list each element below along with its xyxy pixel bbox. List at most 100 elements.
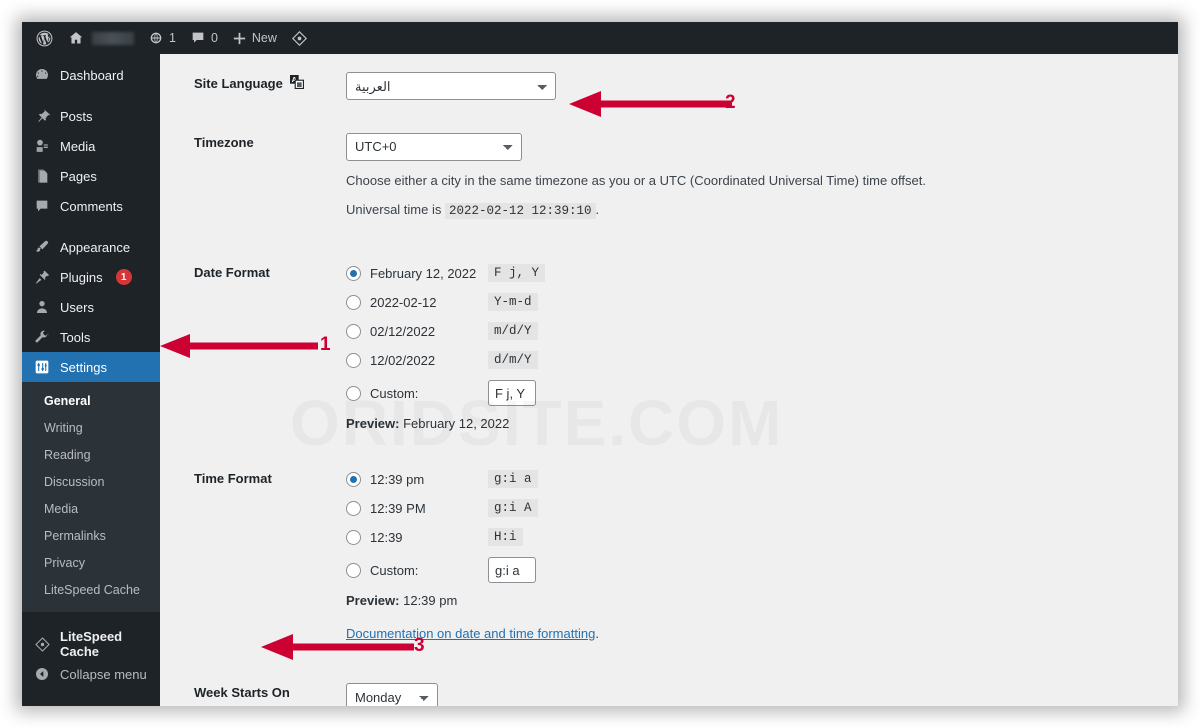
collapse-menu-button[interactable]: Collapse menu [22,659,160,689]
sidebar-item-users[interactable]: Users [22,292,160,322]
sidebar-item-tools[interactable]: Tools [22,322,160,352]
litespeed-icon [33,635,51,653]
submenu-item-permalinks[interactable]: Permalinks [22,523,160,550]
plugins-update-badge: 1 [115,269,132,285]
pages-icon [33,167,51,185]
site-name-redacted [92,31,134,45]
sidebar-item-label: Users [60,299,94,315]
sidebar-item-plugins[interactable]: Plugins 1 [22,262,160,292]
wordpress-admin-window: 1 0 New Dashboard Posts Media Pages Comm… [22,22,1178,706]
timezone-select[interactable]: UTC+0 [346,132,522,161]
updates-icon [148,30,164,46]
date-format-option[interactable]: 12/02/2022 d/m/Y [346,350,1168,370]
site-language-label: Site Language [194,76,283,91]
settings-general-content: ORIDSITE.COM Site Language A [160,54,1178,706]
date-time-documentation-link[interactable]: Documentation on date and time formattin… [346,626,595,641]
date-format-radio-1[interactable] [346,294,361,310]
site-language-select[interactable]: العربية [346,72,556,100]
documentation-line: Documentation on date and time formattin… [346,626,1168,641]
universal-time-suffix: . [595,202,600,218]
date-format-custom-input[interactable] [488,380,536,407]
date-format-preview: Preview: February 12, 2022 [346,416,1168,431]
timezone-value-cell: UTC+0 Choose either a city in the same t… [346,115,1178,231]
submenu-item-discussion[interactable]: Discussion [22,469,160,496]
dashboard-icon [33,66,51,84]
submenu-item-media[interactable]: Media [22,496,160,523]
wordpress-logo-menu[interactable] [28,22,61,54]
sidebar-divider [22,90,160,101]
sidebar-item-settings[interactable]: Settings [22,352,160,382]
time-format-option[interactable]: 12:39 PM g:i A [346,498,1168,518]
submenu-item-general[interactable]: General [22,388,160,415]
week-starts-on-label: Week Starts On [194,685,290,701]
date-format-option-code: d/m/Y [488,351,538,370]
time-format-radio-1[interactable] [346,500,361,516]
date-format-radio-0[interactable] [346,265,361,281]
sidebar-item-pages[interactable]: Pages [22,161,160,191]
plug-icon [33,268,51,286]
sidebar-item-label: Comments [60,198,123,214]
admin-bar: 1 0 New [22,22,1178,54]
row-timezone: Timezone UTC+0 Choose either a city in t… [160,115,1178,231]
updates-menu[interactable]: 1 [141,22,183,54]
date-format-option[interactable]: 2022-02-12 Y-m-d [346,292,1168,312]
row-week-starts-on: Week Starts On Monday [160,665,1178,706]
date-format-radio-3[interactable] [346,352,361,368]
date-format-option-label: 2022-02-12 [370,294,437,310]
time-format-option-label: 12:39 pm [370,471,425,487]
user-icon [33,298,51,316]
new-content-menu[interactable]: New [225,22,284,54]
sidebar-divider [22,221,160,232]
sidebar-item-dashboard[interactable]: Dashboard [22,60,160,90]
site-language-value-cell: العربية [346,54,1178,115]
comments-count: 0 [210,31,218,45]
sidebar-item-label: Dashboard [60,67,124,83]
sidebar-item-litespeed-cache[interactable]: LiteSpeed Cache [22,629,160,659]
plus-icon [232,31,247,46]
sidebar-item-label: LiteSpeed Cache [60,629,123,659]
home-icon [68,30,84,46]
settings-icon [33,358,51,376]
time-format-option-label: 12:39 PM [370,500,426,516]
date-format-custom-row[interactable]: Custom: [346,379,1168,407]
row-time-format: Time Format 12:39 pm g:i a 12:39 PM g:i … [160,451,1178,651]
week-starts-on-select[interactable]: Monday [346,683,438,706]
date-format-option[interactable]: 02/12/2022 m/d/Y [346,321,1168,341]
date-format-radio-custom[interactable] [346,385,361,401]
date-format-options: February 12, 2022 F j, Y 2022-02-12 Y-m-… [346,245,1178,441]
time-format-preview-label: Preview: [346,593,400,609]
time-format-radio-custom[interactable] [346,562,361,578]
date-format-option-label: February 12, 2022 [370,265,477,281]
sidebar-item-media[interactable]: Media [22,131,160,161]
date-format-option-code: m/d/Y [488,322,538,341]
sidebar-item-label: Tools [60,329,91,345]
wordpress-logo-icon [35,29,54,48]
date-format-option[interactable]: February 12, 2022 F j, Y [346,263,1168,283]
time-format-custom-row[interactable]: Custom: [346,556,1168,584]
date-format-preview-label: Preview: [346,416,400,432]
sidebar-item-appearance[interactable]: Appearance [22,232,160,262]
brush-icon [33,238,51,256]
submenu-item-reading[interactable]: Reading [22,442,160,469]
translation-icon: A [289,74,305,95]
comments-menu[interactable]: 0 [183,22,225,54]
universal-time-line: Universal time is 2022-02-12 12:39:10. [346,200,1168,221]
time-format-option[interactable]: 12:39 H:i [346,527,1168,547]
submenu-item-litespeed-cache[interactable]: LiteSpeed Cache [22,577,160,604]
updates-count: 1 [169,31,176,45]
date-format-radio-2[interactable] [346,323,361,339]
litespeed-menu[interactable] [284,22,320,54]
sidebar-item-label: Appearance [60,239,131,255]
sidebar-item-posts[interactable]: Posts [22,101,160,131]
submenu-item-writing[interactable]: Writing [22,415,160,442]
sidebar-item-comments[interactable]: Comments [22,191,160,221]
time-format-custom-input[interactable] [488,557,536,584]
site-language-label-cell: Site Language A [160,54,346,115]
time-format-option-code: H:i [488,528,523,547]
row-site-language: Site Language A العربية [160,54,1178,115]
submenu-item-privacy[interactable]: Privacy [22,550,160,577]
site-name-menu[interactable] [61,22,141,54]
time-format-option[interactable]: 12:39 pm g:i a [346,469,1168,489]
time-format-radio-0[interactable] [346,471,361,487]
time-format-radio-2[interactable] [346,529,361,545]
